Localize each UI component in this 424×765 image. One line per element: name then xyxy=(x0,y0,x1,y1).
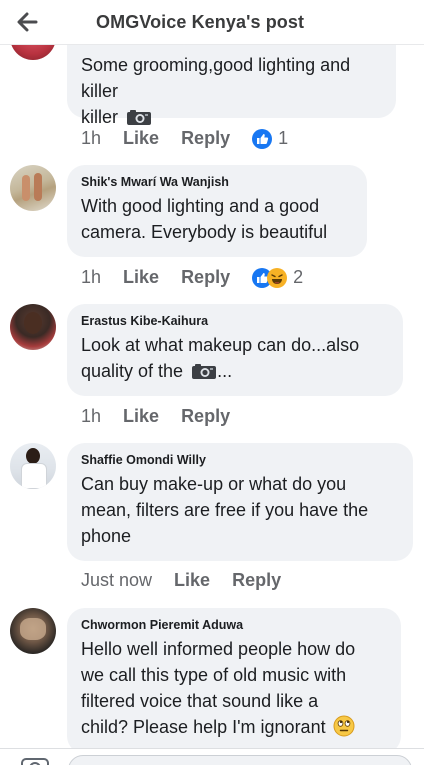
avatar[interactable] xyxy=(10,165,56,211)
top-bar: OMGVoice Kenya's post xyxy=(0,0,424,45)
reaction-count: 2 xyxy=(293,267,304,287)
reactions-summary[interactable]: 2 xyxy=(252,267,303,288)
reply-button[interactable]: Reply xyxy=(181,406,230,427)
page-title: OMGVoice Kenya's post xyxy=(96,11,305,32)
like-button[interactable]: Like xyxy=(123,406,159,427)
like-button[interactable]: Like xyxy=(174,570,210,591)
reply-button[interactable]: Reply xyxy=(181,267,230,288)
comment-timestamp: Just now xyxy=(81,570,153,590)
rolling-eyes-emoji-icon xyxy=(333,715,355,737)
camera-icon xyxy=(192,364,217,379)
comment-text: Hello well informed people how do we cal… xyxy=(81,639,356,737)
avatar[interactable] xyxy=(10,44,56,60)
comment-timestamp: 1h xyxy=(81,406,102,426)
reaction-count: 1 xyxy=(278,128,289,148)
avatar[interactable] xyxy=(10,443,56,489)
comment-timestamp: 1h xyxy=(81,128,102,148)
comment-actions: Just now Like Reply xyxy=(81,570,303,591)
comment-author[interactable]: Chwormon Pieremit Aduwa xyxy=(81,618,387,632)
camera-icon xyxy=(127,110,152,125)
reply-button[interactable]: Reply xyxy=(181,128,230,149)
comment-bubble[interactable]: Erastus Kibe-Kaihura Look at what makeup… xyxy=(67,304,403,396)
comment-bubble[interactable]: Shik's Mwarí Wa Wanjish With good lighti… xyxy=(67,165,367,257)
back-arrow-icon xyxy=(17,12,38,32)
comment-actions: 1h Like Reply xyxy=(81,406,252,427)
comments-feed[interactable]: Some grooming,good lighting and killer k… xyxy=(0,44,424,764)
comment-composer-bar xyxy=(0,748,424,765)
like-button[interactable]: Like xyxy=(123,267,159,288)
comment-timestamp: 1h xyxy=(81,267,102,287)
comment-bubble[interactable]: Chwormon Pieremit Aduwa Hello well infor… xyxy=(67,608,401,754)
avatar[interactable] xyxy=(10,608,56,654)
comment-actions: 1h Like Reply 1 xyxy=(81,128,288,149)
reactions-summary[interactable]: 1 xyxy=(252,128,288,149)
camera-icon[interactable] xyxy=(20,753,50,765)
comment-bubble[interactable]: Shaffie Omondi Willy Can buy make-up or … xyxy=(67,443,413,561)
haha-reaction-icon xyxy=(267,267,288,288)
reply-button[interactable]: Reply xyxy=(232,570,281,591)
avatar[interactable] xyxy=(10,304,56,350)
comment-text: Look at what makeup can do...also qualit… xyxy=(81,335,360,381)
comment-text: Can buy make-up or what do you mean, fil… xyxy=(81,474,369,546)
comment-author[interactable]: Shik's Mwarí Wa Wanjish xyxy=(81,175,353,189)
like-reaction-icon xyxy=(252,128,273,149)
comment-text: Some grooming,good lighting and killer k… xyxy=(81,55,351,127)
comment-actions: 1h Like Reply 2 xyxy=(81,267,303,288)
comment-author[interactable]: Erastus Kibe-Kaihura xyxy=(81,314,389,328)
back-button[interactable] xyxy=(0,0,54,44)
comment-bubble[interactable]: Some grooming,good lighting and killer k… xyxy=(67,44,396,127)
like-button[interactable]: Like xyxy=(123,128,159,149)
comment-text: With good lighting and a good camera. Ev… xyxy=(81,196,328,242)
comment-author[interactable]: Shaffie Omondi Willy xyxy=(81,453,399,467)
